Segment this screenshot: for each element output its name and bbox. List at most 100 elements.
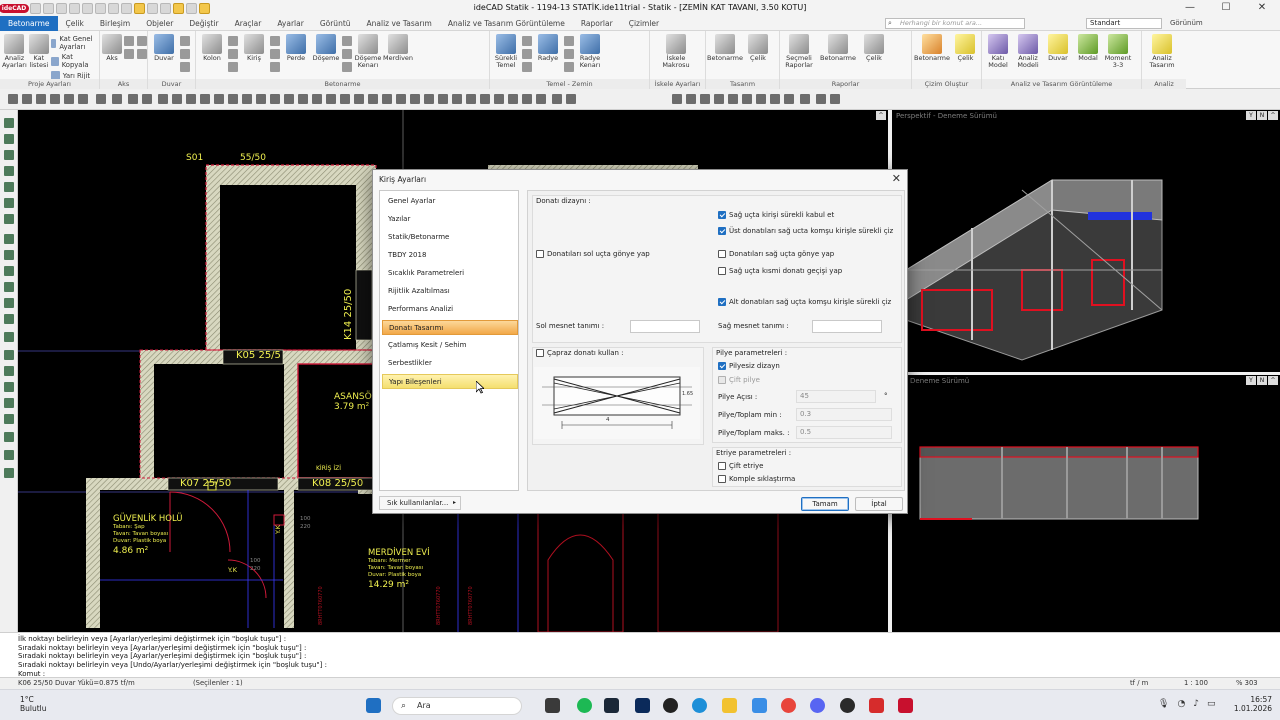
kolon-tool-icon[interactable] [228, 62, 238, 72]
arc-icon[interactable] [424, 94, 434, 104]
temel-tool-icon[interactable] [522, 36, 532, 46]
tab-analiz-tasarim[interactable]: Analiz ve Tasarım [359, 16, 440, 31]
explode-icon[interactable] [312, 94, 322, 104]
view-top-icon[interactable] [714, 94, 724, 104]
moment-button[interactable]: Moment 3-3 [1104, 34, 1132, 69]
scale-icon[interactable] [186, 94, 196, 104]
discord-icon[interactable] [810, 698, 825, 713]
section-icon[interactable] [830, 94, 840, 104]
minimize-button[interactable]: — [1172, 0, 1208, 16]
surekli-temel-button[interactable]: Sürekli Temel [492, 34, 520, 69]
radye-kenari-button[interactable]: Radye Kenarı [576, 34, 604, 69]
checkbox-box[interactable] [718, 376, 726, 384]
dimension-icon[interactable] [382, 94, 392, 104]
kat-listesi-button[interactable]: Kat listesi [28, 34, 49, 69]
merdiven-button[interactable]: Merdiven [383, 34, 413, 62]
rotate-icon[interactable] [158, 94, 168, 104]
tab-cizimler[interactable]: Çizimler [621, 16, 667, 31]
nav-sicaklik[interactable]: Sıcaklık Parametreleri [382, 266, 518, 281]
app-icon[interactable] [840, 698, 855, 713]
layer-tool-icon[interactable] [4, 450, 14, 460]
ok-button[interactable]: Tamam [801, 497, 849, 511]
layer-tool-icon[interactable] [4, 366, 14, 376]
analiz-tasarim-button[interactable]: Analiz Tasarım [1144, 34, 1180, 69]
komple-siklastirma-checkbox[interactable]: Komple sıklaştırma [718, 475, 795, 483]
duvar-tool-icon[interactable] [180, 49, 190, 59]
checkbox-box[interactable] [718, 267, 726, 275]
cizim-betonarme-button[interactable]: Betonarme [914, 34, 950, 62]
nav-tbdy-2018[interactable]: TBDY 2018 [382, 248, 518, 263]
print-icon[interactable] [69, 2, 80, 14]
iskele-makrosu-button[interactable]: İskele Makrosu [652, 34, 700, 69]
layer-tool-icon[interactable] [4, 382, 14, 392]
beam-label-k08[interactable]: K08 25/50 [312, 478, 363, 489]
analiz-ayarlari-button[interactable]: Analiz Ayarları [2, 34, 27, 69]
checkbox-box[interactable] [718, 475, 726, 483]
task-view-icon[interactable] [545, 698, 560, 713]
pilye-acisi-input[interactable]: 45 [796, 390, 876, 403]
idecad-icon[interactable] [898, 698, 913, 713]
doseme-tool-icon[interactable] [342, 49, 352, 59]
layer-tool-icon[interactable] [4, 432, 14, 442]
spotify-icon[interactable] [577, 698, 592, 713]
sag-gonye-checkbox[interactable]: Donatıları sağ uçta gönye yap [718, 250, 834, 258]
elevation-viewport[interactable]: Deneme Sürümü Y N ^ [892, 375, 1280, 632]
move-icon[interactable] [160, 2, 171, 14]
modal-button[interactable]: Modal [1074, 34, 1102, 62]
tab-degistir[interactable]: Değiştir [181, 16, 226, 31]
column-label-s01[interactable]: S01 [186, 153, 203, 163]
kolon-tool-icon[interactable] [228, 36, 238, 46]
taskbar-search[interactable]: ⌕ Ara [392, 697, 522, 715]
layer-tool-icon[interactable] [4, 250, 14, 260]
snap-icon[interactable] [173, 2, 184, 14]
maximize-viewport-icon[interactable]: ^ [876, 111, 886, 120]
nav-performans[interactable]: Performans Analizi [382, 302, 518, 317]
zoom-previous-icon[interactable] [64, 94, 74, 104]
nav-catlamis-kesit[interactable]: Çatlamış Kesit / Sehim [382, 338, 518, 353]
block-icon[interactable] [340, 94, 350, 104]
nav-yazilar[interactable]: Yazılar [382, 212, 518, 227]
tab-objeler[interactable]: Objeler [138, 16, 181, 31]
radye-tool-icon[interactable] [564, 49, 574, 59]
capraz-donati-checkbox[interactable]: Çapraz donatı kullan : [536, 349, 624, 357]
cizim-celik-button[interactable]: Çelik [952, 34, 979, 62]
plot-icon[interactable] [686, 94, 696, 104]
checkbox-box[interactable] [718, 227, 726, 235]
rectangle-icon[interactable] [466, 94, 476, 104]
file-explorer-icon[interactable] [722, 698, 737, 713]
checkbox-box[interactable] [718, 462, 726, 470]
layer-tool-icon[interactable] [4, 332, 14, 342]
kiris-button[interactable]: Kiriş [240, 34, 268, 62]
select-icon[interactable] [96, 94, 106, 104]
layer-tool-icon[interactable] [4, 350, 14, 360]
save-icon[interactable] [56, 2, 67, 14]
view-iso-icon[interactable] [756, 94, 766, 104]
radye-tool-icon[interactable] [564, 62, 574, 72]
text-icon[interactable] [396, 94, 406, 104]
app-logo[interactable]: ideCAD [0, 0, 30, 16]
radye-tool-icon[interactable] [564, 36, 574, 46]
status-scale[interactable]: 1 : 100 [1184, 679, 1208, 687]
steam-icon[interactable] [604, 698, 619, 713]
break-icon[interactable] [298, 94, 308, 104]
kiris-tool-icon[interactable] [270, 36, 280, 46]
polygon-icon[interactable] [452, 94, 462, 104]
sol-mesnet-input[interactable] [630, 320, 700, 333]
light-icon[interactable] [784, 94, 794, 104]
weather-widget[interactable]: 1°C Bulutlu [20, 695, 47, 713]
tab-birlesim[interactable]: Birleşim [92, 16, 138, 31]
tab-analiz-goruntuleme[interactable]: Analiz ve Tasarım Görüntüleme [440, 16, 573, 31]
move-tool-icon[interactable] [128, 94, 138, 104]
measure-icon[interactable] [186, 2, 197, 14]
checkbox-box[interactable] [718, 211, 726, 219]
print-preview-icon[interactable] [672, 94, 682, 104]
duvar-button[interactable]: Duvar [150, 34, 178, 62]
command-history[interactable]: İlk noktayı belirleyin veya [Ayarlar/yer… [0, 632, 1280, 678]
render-icon[interactable] [770, 94, 780, 104]
doseme-button[interactable]: Döşeme [312, 34, 340, 62]
perde-button[interactable]: Perde [282, 34, 310, 62]
layers-icon[interactable] [147, 2, 158, 14]
copy-tool-icon[interactable] [200, 94, 210, 104]
status-units[interactable]: tf / m [1130, 679, 1148, 687]
tab-araclar[interactable]: Araçlar [227, 16, 270, 31]
